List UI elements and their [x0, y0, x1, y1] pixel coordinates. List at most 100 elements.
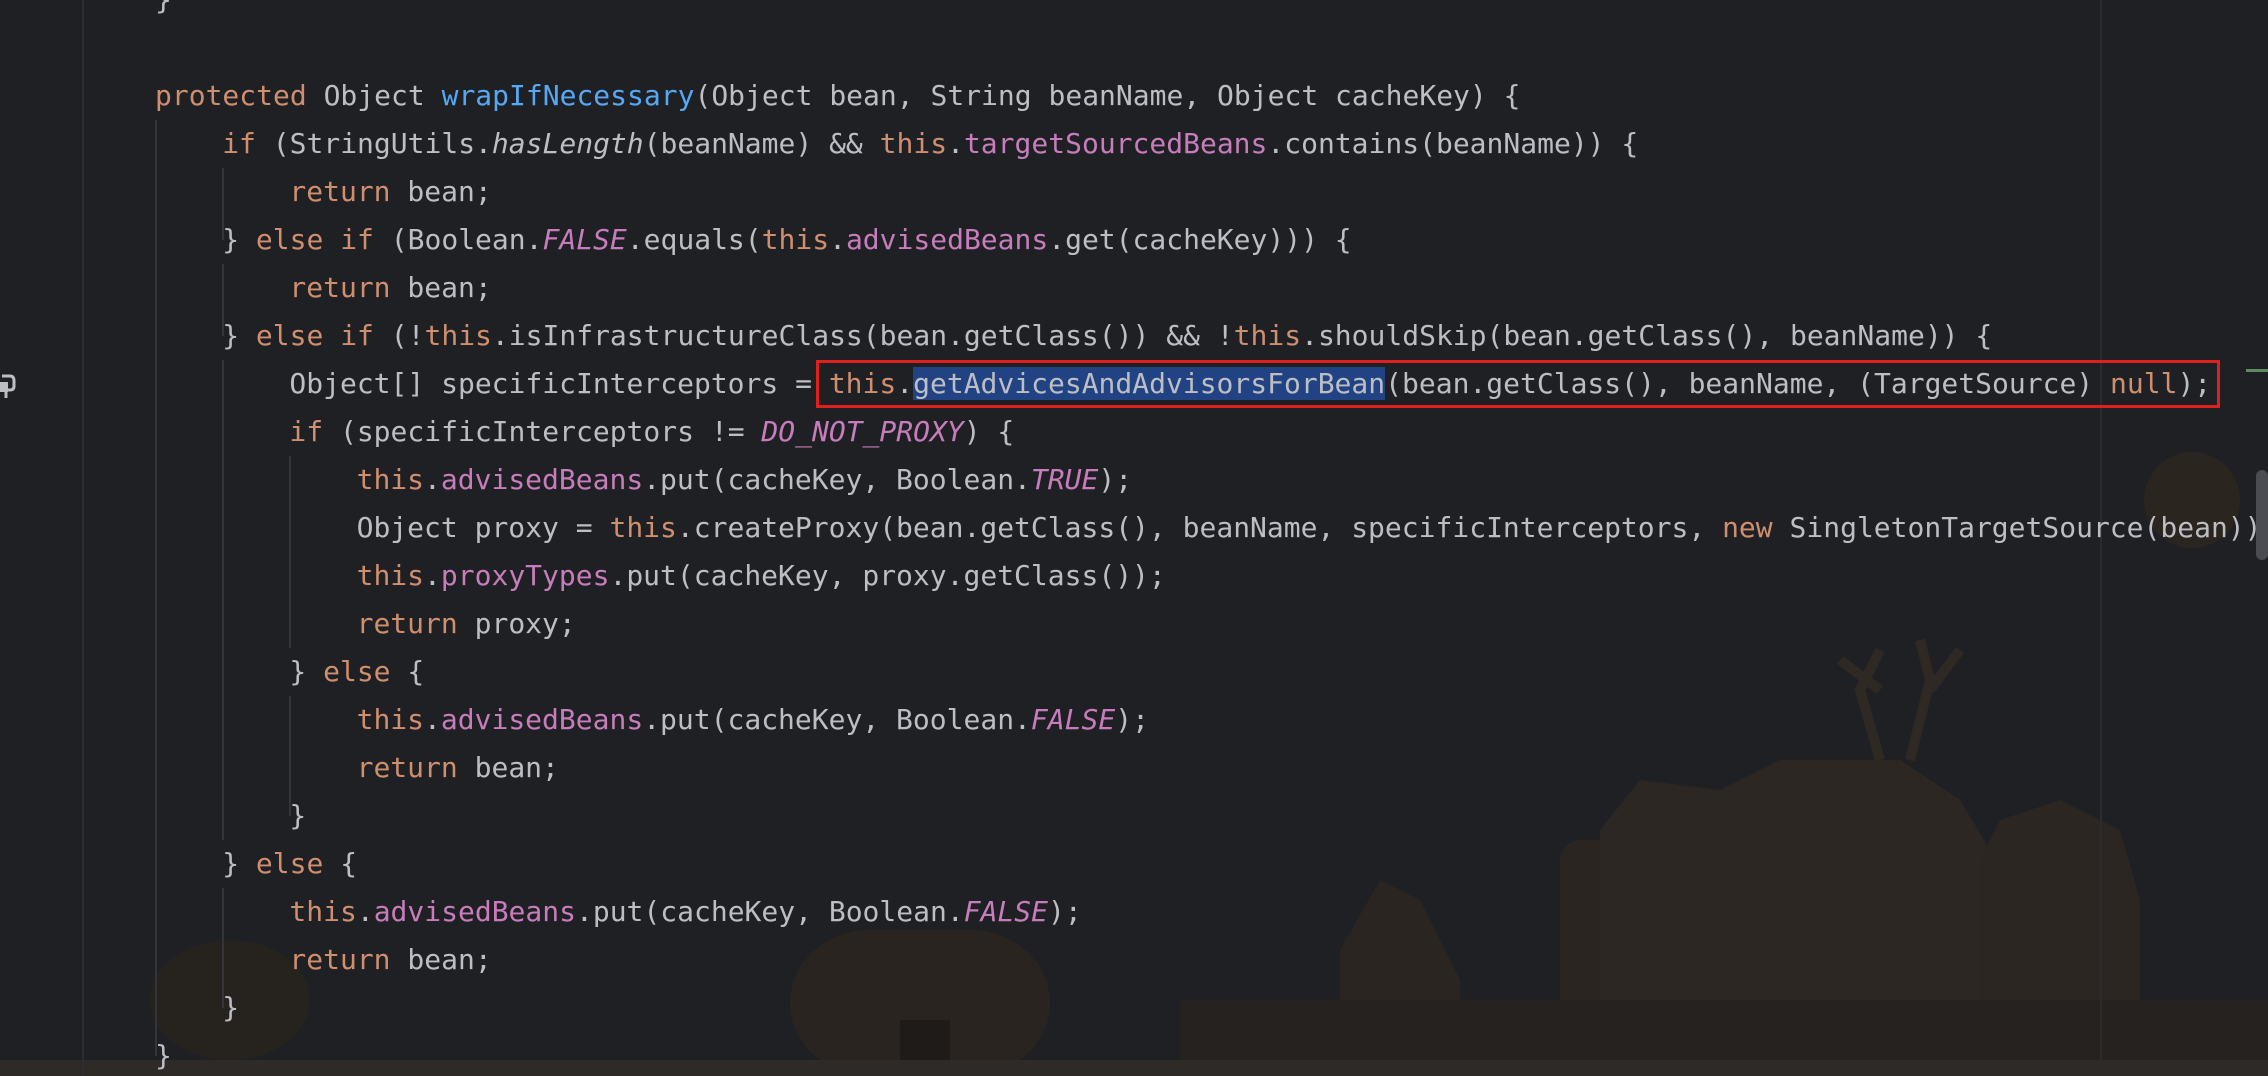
code-token: . [424, 463, 441, 496]
code-token: Object[] specificInterceptors = [289, 367, 829, 400]
indent-guide [155, 120, 157, 1056]
indent-guide [289, 456, 291, 648]
code-line[interactable]: this.advisedBeans.put(cacheKey, Boolean.… [289, 888, 1081, 936]
code-token: return [289, 175, 408, 208]
code-line[interactable]: } else { [289, 648, 424, 696]
code-line[interactable]: } [155, 0, 172, 24]
code-token: else [255, 847, 341, 880]
code-token: FALSE [963, 895, 1049, 928]
code-line[interactable]: } else if (Boolean.FALSE.equals(this.adv… [222, 216, 1351, 264]
code-token: .equals( [626, 223, 762, 256]
code-token: this [356, 703, 425, 736]
code-token: this [761, 223, 830, 256]
code-token: advisedBeans [440, 463, 644, 496]
code-token: ) { [963, 415, 1015, 448]
code-line[interactable]: } else { [222, 840, 357, 888]
code-token: (specificInterceptors != [339, 415, 762, 448]
code-token: return [356, 751, 475, 784]
code-token: if [222, 127, 273, 160]
code-token: Object [323, 79, 442, 112]
code-token: . [356, 895, 374, 928]
code-line[interactable]: return bean; [289, 936, 491, 984]
code-token: (Boolean. [390, 223, 543, 256]
code-token: TRUE [1030, 463, 1099, 496]
code-token: FALSE [542, 223, 627, 256]
code-token: (beanName) && [643, 127, 880, 160]
code-line[interactable]: } [222, 984, 239, 1032]
code-token: return [289, 943, 408, 976]
code-token: SingletonTargetSource(bean)); [1789, 511, 2268, 544]
code-token: .isInfrastructureClass(bean.getClass()) … [491, 319, 1234, 352]
code-token: targetSourcedBeans [963, 127, 1268, 160]
code-token: this [424, 319, 492, 352]
code-token: } [222, 847, 256, 880]
code-token: (Object bean, String beanName, Object ca… [694, 79, 1521, 112]
code-line[interactable]: } else if (!this.isInfrastructureClass(b… [222, 312, 1992, 360]
code-token: bean; [407, 175, 492, 208]
code-token: bean; [407, 943, 492, 976]
code-line[interactable]: return proxy; [357, 600, 576, 648]
code-token: advisedBeans [440, 703, 644, 736]
code-token: else if [255, 223, 391, 256]
code-line[interactable]: return bean; [289, 168, 491, 216]
code-token: . [947, 127, 964, 160]
code-token: .get(cacheKey))) { [1048, 223, 1352, 256]
code-token: protected [155, 79, 324, 112]
code-token: .put(cacheKey, Boolean. [643, 703, 1031, 736]
code-token: (! [390, 319, 425, 352]
code-line[interactable]: protected Object wrapIfNecessary(Object … [155, 72, 1520, 120]
code-token: wrapIfNecessary [441, 79, 695, 112]
code-line[interactable]: } [289, 792, 306, 840]
code-line[interactable]: if (specificInterceptors != DO_NOT_PROXY… [289, 408, 1014, 456]
gutter-divider [82, 0, 84, 1076]
code-editor[interactable]: } protected Object wrapIfNecessary(Object… [0, 0, 2268, 1076]
code-token: . [424, 559, 441, 592]
code-token: return [356, 607, 475, 640]
code-line[interactable]: if (StringUtils.hasLength(beanName) && t… [222, 120, 1638, 168]
change-marker [2246, 369, 2268, 372]
code-line[interactable]: this.advisedBeans.put(cacheKey, Boolean.… [357, 456, 1132, 504]
code-token: } [155, 1039, 172, 1072]
code-token: hasLength [491, 127, 644, 160]
code-token: else [323, 655, 408, 688]
bookmark-hook-icon[interactable] [0, 372, 16, 402]
code-token: this [879, 127, 948, 160]
code-token: ); [1115, 703, 1149, 736]
code-token: bean; [407, 271, 492, 304]
code-token: proxy; [474, 607, 576, 640]
code-token: .put(cacheKey, Boolean. [643, 463, 1031, 496]
scrollbar-thumb[interactable] [2256, 470, 2268, 560]
code-token: return [289, 271, 408, 304]
code-token: proxyTypes [440, 559, 610, 592]
code-line[interactable]: Object proxy = this.createProxy(bean.get… [357, 504, 2268, 552]
code-token: FALSE [1030, 703, 1116, 736]
code-token: this [609, 511, 677, 544]
code-token: ); [1048, 895, 1082, 928]
code-token: } [222, 319, 256, 352]
code-line[interactable]: this.advisedBeans.put(cacheKey, Boolean.… [357, 696, 1149, 744]
code-token: .shouldSkip(bean.getClass(), beanName)) … [1301, 319, 1993, 352]
code-token: . [829, 223, 846, 256]
code-token: new [1722, 511, 1790, 544]
code-token: this [356, 463, 425, 496]
highlight-annotation-box [816, 360, 2220, 408]
code-line[interactable]: this.proxyTypes.put(cacheKey, proxy.getC… [357, 552, 1166, 600]
code-token: { [407, 655, 425, 688]
code-token: this [1233, 319, 1302, 352]
code-token: .put(cacheKey, Boolean. [575, 895, 964, 928]
code-token: DO_NOT_PROXY [761, 415, 964, 448]
code-token: } [222, 991, 240, 1024]
code-token: advisedBeans [373, 895, 576, 928]
indent-guide [222, 360, 224, 840]
code-line[interactable]: return bean; [289, 264, 491, 312]
code-line[interactable]: return bean; [357, 744, 559, 792]
code-token: else if [255, 319, 391, 352]
code-token: } [155, 0, 172, 16]
code-token: { [340, 847, 358, 880]
code-token: } [289, 655, 324, 688]
code-line[interactable]: } [155, 1032, 172, 1076]
code-token: advisedBeans [845, 223, 1049, 256]
code-token: this [289, 895, 357, 928]
code-token: bean; [474, 751, 559, 784]
code-token: Object proxy = [356, 511, 610, 544]
